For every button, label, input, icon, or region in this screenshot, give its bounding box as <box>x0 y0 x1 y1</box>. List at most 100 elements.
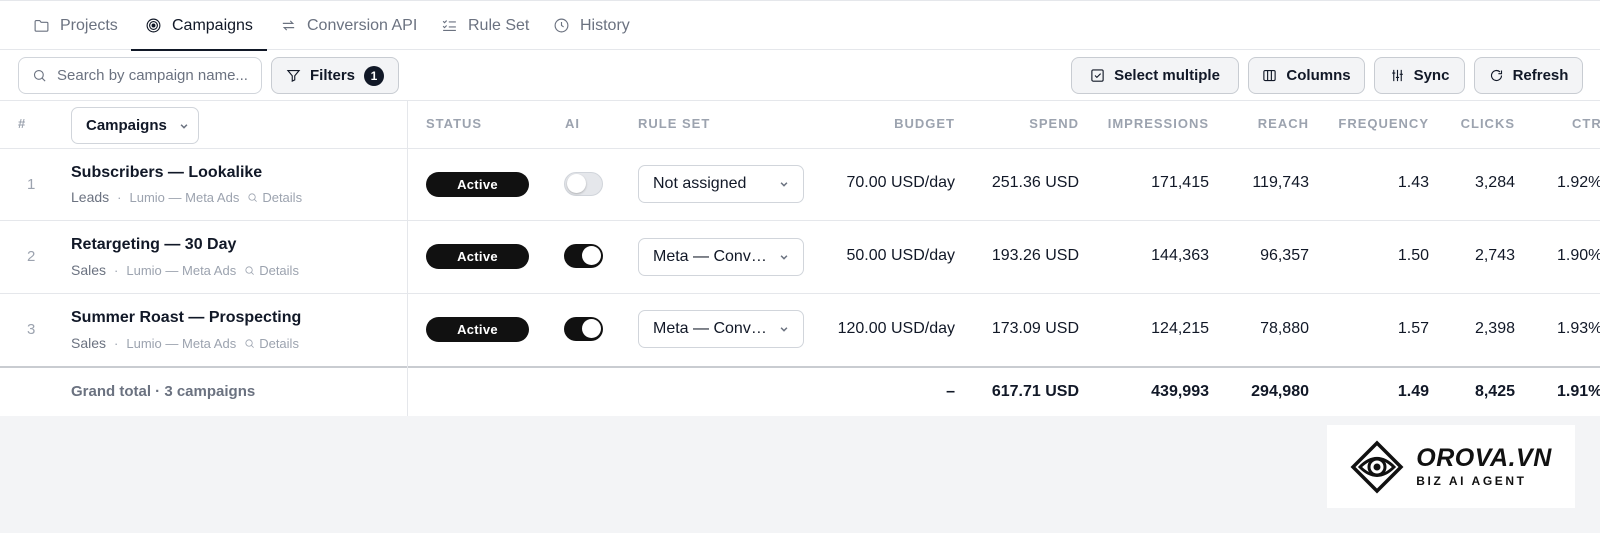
details-label: Details <box>259 262 299 278</box>
select-multiple-button[interactable]: Select multiple <box>1071 57 1239 94</box>
search-icon <box>245 338 255 348</box>
search-input[interactable] <box>57 67 247 84</box>
column-header-frequency[interactable]: FREQUENCY <box>1338 116 1429 131</box>
checklist-icon <box>442 20 456 32</box>
ai-toggle[interactable] <box>564 244 603 268</box>
budget-value: 50.00 USD/day <box>846 247 955 264</box>
search-icon <box>245 265 255 275</box>
spend-value: 251.36 USD <box>991 174 1079 191</box>
toggle-knob <box>582 246 601 265</box>
search-box[interactable] <box>18 57 262 94</box>
column-header-ctr[interactable]: CTR <box>1572 116 1600 131</box>
campaign-account: Lumio — Meta Ads <box>126 262 237 278</box>
details-link[interactable]: Details <box>244 263 299 278</box>
filters-button[interactable]: Filters 1 <box>271 57 399 94</box>
campaigns-level-dropdown[interactable]: Campaigns <box>71 107 199 144</box>
rule-set-value: Not assigned <box>653 175 747 192</box>
refresh-icon <box>1490 69 1502 82</box>
details-link[interactable]: Details <box>247 190 302 205</box>
total-reach: 294,980 <box>1251 383 1309 400</box>
total-spend: 617.71 USD <box>991 383 1079 400</box>
column-header-spend[interactable]: SPEND <box>1029 116 1079 131</box>
reach-value: 78,880 <box>1260 320 1309 337</box>
chevron-down-icon <box>780 327 788 332</box>
sync-label: Sync <box>1413 67 1450 84</box>
refresh-button[interactable]: Refresh <box>1474 57 1583 94</box>
rule-set-dropdown[interactable]: Not assigned <box>638 165 804 203</box>
target-icon <box>146 18 161 33</box>
campaign-meta: Leads · Lumio — Meta Ads Details <box>71 189 302 205</box>
column-header-index: # <box>18 116 27 131</box>
campaign-objective: Leads <box>71 189 110 205</box>
ai-toggle[interactable] <box>564 172 603 196</box>
frequency-value: 1.57 <box>1397 320 1429 337</box>
row-divider <box>0 220 1600 221</box>
tab-history[interactable]: History <box>553 1 630 50</box>
tab-projects[interactable]: Projects <box>33 1 118 50</box>
campaign-account: Lumio — Meta Ads <box>126 335 237 351</box>
frequency-value: 1.50 <box>1397 247 1429 264</box>
column-header-impressions[interactable]: IMPRESSIONS <box>1108 116 1209 131</box>
grand-total-label: Grand total · 3 campaigns <box>71 383 256 400</box>
columns-icon <box>1263 69 1277 82</box>
header-bottom-border <box>0 148 1600 149</box>
total-clicks: 8,425 <box>1474 383 1515 400</box>
rule-set-dropdown[interactable]: Meta — Conversions <box>638 238 804 276</box>
reach-value: 119,743 <box>1252 174 1309 191</box>
select-multiple-label: Select multiple <box>1114 67 1220 84</box>
tab-conversion-api[interactable]: Conversion API <box>280 1 417 50</box>
sync-button[interactable]: Sync <box>1374 57 1465 94</box>
campaign-objective: Sales <box>71 262 107 278</box>
campaign-name[interactable]: Summer Roast — Prospecting <box>71 309 301 327</box>
top-tab-bar: Projects Campaigns Conversion API Rule S… <box>0 0 1600 51</box>
tab-campaigns[interactable]: Campaigns <box>131 1 267 51</box>
sliders-icon <box>1391 69 1403 82</box>
ai-toggle[interactable] <box>564 317 603 341</box>
ctr-value: 1.93% <box>1557 320 1600 337</box>
filter-icon <box>286 69 301 83</box>
meta-separator: · <box>117 189 122 205</box>
column-header-ai[interactable]: AI <box>565 116 580 131</box>
filters-label: Filters <box>309 67 355 84</box>
chevron-down-icon <box>780 255 788 260</box>
rule-set-value: Meta — Conversions <box>653 320 771 337</box>
details-link[interactable]: Details <box>244 336 299 351</box>
tab-label: Conversion API <box>307 16 418 34</box>
checkbox-icon <box>1091 69 1104 82</box>
chevron-down-icon <box>780 182 788 187</box>
frequency-value: 1.43 <box>1397 174 1429 191</box>
total-impressions: 439,993 <box>1151 383 1209 400</box>
chevron-down-icon <box>180 123 188 129</box>
budget-value: 70.00 USD/day <box>846 174 955 191</box>
impressions-value: 171,415 <box>1151 174 1209 191</box>
column-header-clicks[interactable]: CLICKS <box>1461 116 1515 131</box>
clicks-value: 2,398 <box>1474 320 1515 337</box>
totals-divider <box>0 366 1600 368</box>
logo-tagline: BIZ AI AGENT <box>1416 473 1527 488</box>
column-header-reach[interactable]: REACH <box>1258 116 1309 131</box>
clock-icon <box>554 18 569 33</box>
reach-value: 96,357 <box>1260 247 1309 264</box>
frozen-column-divider <box>407 100 408 416</box>
rule-set-value: Meta — Conversions <box>653 248 771 265</box>
ctr-value: 1.92% <box>1557 174 1600 191</box>
columns-button[interactable]: Columns <box>1248 57 1365 94</box>
campaign-name[interactable]: Subscribers — Lookalike <box>71 164 262 182</box>
toggle-knob <box>582 319 601 338</box>
status-badge: Active <box>426 317 529 342</box>
meta-separator: · <box>114 335 119 351</box>
column-header-status[interactable]: STATUS <box>426 116 482 131</box>
campaign-account: Lumio — Meta Ads <box>129 189 240 205</box>
eye-diamond-logo-icon <box>1350 440 1404 493</box>
campaign-name[interactable]: Retargeting — 30 Day <box>71 236 236 254</box>
refresh-label: Refresh <box>1512 67 1569 84</box>
logo-text: OROVA.VN BIZ AI AGENT <box>1416 445 1552 488</box>
column-header-rule-set[interactable]: RULE SET <box>638 116 710 131</box>
tab-rule-set[interactable]: Rule Set <box>441 1 529 50</box>
campaign-objective: Sales <box>71 335 107 351</box>
ctr-value: 1.90% <box>1557 247 1600 264</box>
column-header-budget[interactable]: BUDGET <box>894 116 955 131</box>
rule-set-dropdown[interactable]: Meta — Conversions <box>638 310 804 348</box>
tab-label: History <box>580 16 630 34</box>
total-budget: – <box>946 383 955 400</box>
